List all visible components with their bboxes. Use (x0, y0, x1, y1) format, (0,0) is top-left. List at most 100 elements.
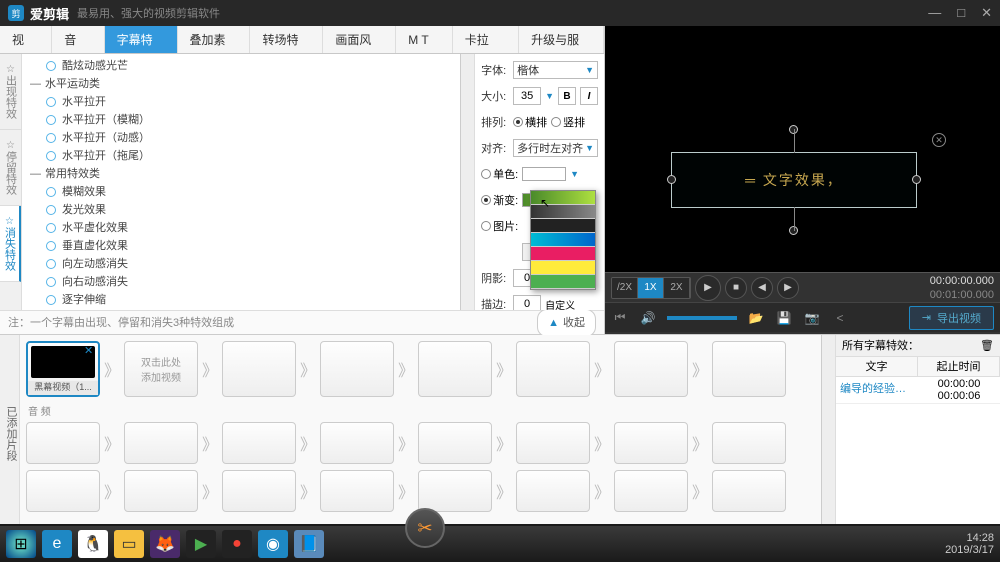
tree-item[interactable]: 水平拉开（拖尾） (22, 147, 460, 165)
gradient-swatch[interactable] (531, 233, 595, 247)
tab-audio[interactable]: 音 频 (52, 26, 104, 53)
volume-icon[interactable]: 🔊 (639, 309, 657, 327)
taskbar-notes-icon[interactable]: 📘 (294, 530, 324, 558)
audio-clip-slot[interactable] (614, 422, 688, 464)
delete-icon[interactable]: ✕ (932, 133, 946, 147)
audio-clip-slot[interactable] (26, 470, 100, 512)
audio-clip-slot[interactable] (516, 422, 590, 464)
speed-2x-button[interactable]: 2X (664, 278, 690, 298)
resize-handle-left[interactable] (667, 175, 676, 184)
tree-item[interactable]: 水平拉开（动感） (22, 129, 460, 147)
tab-transition[interactable]: 转场特效 (250, 26, 323, 53)
audio-clip-slot[interactable] (222, 422, 296, 464)
taskbar-firefox-icon[interactable]: 🦊 (150, 530, 180, 558)
tab-video[interactable]: 视 频 (0, 26, 52, 53)
tree-item[interactable]: 垂直虚化效果 (22, 237, 460, 255)
speed-half-button[interactable]: /2X (612, 278, 638, 298)
side-tab-appear[interactable]: ☆出现特效 (0, 54, 21, 130)
save-icon[interactable]: 💾 (775, 309, 793, 327)
chevron-down-icon[interactable]: ▼ (545, 91, 554, 101)
taskbar-record-icon[interactable]: ● (222, 530, 252, 558)
chevron-down-icon[interactable]: ▼ (570, 169, 579, 179)
tab-karaoke[interactable]: 卡拉OK (453, 26, 519, 53)
tree-item[interactable]: —常用特效类 (22, 165, 460, 183)
timeline-scrollbar[interactable] (821, 335, 835, 524)
share-icon[interactable]: < (831, 309, 849, 327)
cut-button[interactable]: ✂ (405, 508, 445, 548)
radio-image-fill[interactable]: 图片: (481, 218, 518, 234)
col-text[interactable]: 文字 (836, 357, 918, 376)
taskbar-app-icon[interactable]: ▭ (114, 530, 144, 558)
gradient-swatch[interactable] (531, 247, 595, 261)
gradient-swatch[interactable] (531, 275, 595, 289)
minimize-icon[interactable]: — (928, 5, 941, 21)
export-button[interactable]: ⇥导出视频 (909, 306, 994, 330)
stroke-input[interactable] (513, 295, 541, 310)
tree-item[interactable]: —水平运动类 (22, 75, 460, 93)
tab-overlay[interactable]: 叠加素材 (178, 26, 251, 53)
tree-item[interactable]: 发光效果 (22, 201, 460, 219)
audio-clip-slot[interactable] (26, 422, 100, 464)
font-select[interactable]: 楷体▼ (513, 61, 598, 79)
tree-item[interactable]: 向右动感消失 (22, 273, 460, 291)
taskbar-ie-icon[interactable]: e (42, 530, 72, 558)
side-tab-disappear[interactable]: ☆消失特效 (0, 206, 21, 282)
audio-clip-slot[interactable] (418, 470, 492, 512)
collapse-button[interactable]: ▲收起 (537, 309, 596, 337)
rewind-icon[interactable]: ⏮ (611, 309, 629, 327)
tree-item[interactable]: 水平虚化效果 (22, 219, 460, 237)
tree-scrollbar[interactable] (460, 54, 474, 310)
tree-item[interactable]: 酷炫动感光芒 (22, 57, 460, 75)
audio-clip-slot[interactable] (124, 470, 198, 512)
justify-select[interactable]: 多行时左对齐▼ (513, 139, 598, 157)
speed-1x-button[interactable]: 1X (638, 278, 664, 298)
audio-clip-slot[interactable] (222, 470, 296, 512)
video-clip-slot[interactable] (418, 341, 492, 397)
tab-mtv[interactable]: M T V (396, 26, 453, 53)
audio-clip-slot[interactable] (614, 470, 688, 512)
timeline-tracks[interactable]: ✕黑幕视频（1...》双击此处添加视频》》》》》》 音 频 》》》》》》》 》》… (20, 335, 821, 524)
audio-clip-slot[interactable] (712, 470, 786, 512)
video-clip-slot[interactable] (614, 341, 688, 397)
open-icon[interactable]: 📂 (747, 309, 765, 327)
tree-item[interactable]: 向左动感消失 (22, 255, 460, 273)
side-tab-stay[interactable]: ☆停留特效 (0, 130, 21, 206)
tree-item[interactable]: 逐字伸缩 (22, 291, 460, 309)
audio-clip-slot[interactable] (124, 422, 198, 464)
remove-clip-icon[interactable]: ✕ (84, 344, 96, 356)
effect-tree[interactable]: 酷炫动感光芒—水平运动类水平拉开水平拉开（模糊）水平拉开（动感）水平拉开（拖尾）… (22, 54, 460, 310)
audio-clip-slot[interactable] (516, 470, 590, 512)
tree-item[interactable]: 水平拉开（模糊） (22, 111, 460, 129)
radio-horizontal[interactable]: 横排 (513, 114, 547, 130)
play-button[interactable]: ▶ (695, 275, 721, 301)
volume-slider[interactable] (667, 316, 737, 320)
audio-clip-slot[interactable] (712, 422, 786, 464)
snapshot-icon[interactable]: 📷 (803, 309, 821, 327)
tree-item[interactable]: 水平拉开 (22, 93, 460, 111)
video-clip-slot[interactable]: 双击此处添加视频 (124, 341, 198, 397)
trash-icon[interactable]: 🗑 (980, 335, 994, 357)
taskbar-qq-icon[interactable]: 🐧 (78, 530, 108, 558)
taskbar[interactable]: ⊞ e 🐧 ▭ 🦊 ▶ ● ◉ 📘 14:28 2019/3/17 (0, 526, 1000, 562)
col-time[interactable]: 起止时间 (918, 357, 1000, 376)
preview-canvas[interactable]: ═ 文字效果， ✕ (611, 32, 994, 266)
video-clip-slot[interactable]: ✕黑幕视频（1... (26, 341, 100, 397)
video-clip-slot[interactable] (712, 341, 786, 397)
stop-button[interactable]: ■ (725, 277, 747, 299)
tab-upgrade[interactable]: 升级与服务 (519, 26, 604, 53)
resize-handle-right[interactable] (912, 175, 921, 184)
start-button[interactable]: ⊞ (6, 530, 36, 558)
gradient-swatch[interactable] (531, 261, 595, 275)
audio-clip-slot[interactable] (418, 422, 492, 464)
tree-item[interactable]: 模糊效果 (22, 183, 460, 201)
radio-vertical[interactable]: 竖排 (551, 114, 585, 130)
video-clip-slot[interactable] (222, 341, 296, 397)
subtitle-row[interactable]: 编导的经验文... 00:00:0000:00:06 (836, 377, 1000, 404)
text-selection-frame[interactable]: ═ 文字效果， ✕ (671, 152, 917, 208)
tab-subtitle-effects[interactable]: 字幕特效 (105, 26, 178, 53)
size-input[interactable] (513, 87, 541, 105)
solid-color-box[interactable] (522, 167, 566, 181)
system-tray[interactable]: 14:28 2019/3/17 (945, 532, 994, 556)
audio-clip-slot[interactable] (320, 422, 394, 464)
prev-frame-button[interactable]: ◀ (751, 277, 773, 299)
